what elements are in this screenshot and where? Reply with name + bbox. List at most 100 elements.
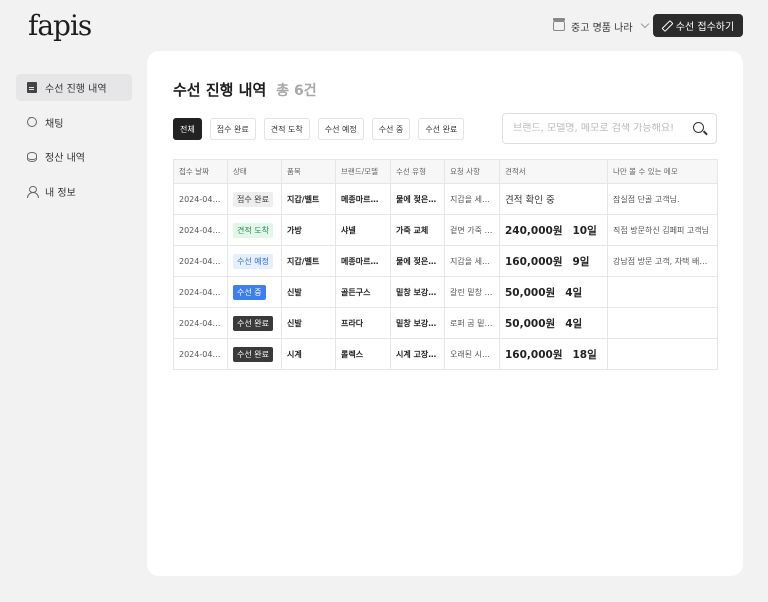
total-count: 총 6건 xyxy=(276,83,317,99)
cell-estimate: 50,000원 4일 xyxy=(499,276,608,308)
title-row: 수선 진행 내역 총 6건 xyxy=(173,79,317,100)
filter-received[interactable]: 접수 완료 xyxy=(209,118,256,140)
sidebar-item-label: 정산 내역 xyxy=(45,153,85,164)
table-row[interactable]: 2024-04-10 수선 중 신발 골든구스 밑창 보강 교체 갈린 밑창 보… xyxy=(173,276,718,308)
column-header[interactable]: 브랜드/모델 xyxy=(335,159,391,184)
filter-all[interactable]: 전체 xyxy=(173,118,202,140)
cell-request: 로퍼 굽 밑창 교체 xyxy=(444,307,500,339)
status-badge: 수선 완료 xyxy=(233,315,273,331)
estimate-price: 160,000원 xyxy=(505,255,563,268)
table-header-row: 접수 날짜 상태 품목 브랜드/모델 수선 유형 요청 사항 견적서 나만 볼 … xyxy=(173,159,718,184)
cell-estimate: 50,000원 4일 xyxy=(499,307,608,339)
sidebar-item-my-info[interactable]: 내 정보 xyxy=(16,178,132,205)
cell-type: 가죽 교체 xyxy=(390,214,445,246)
logo[interactable]: fapis xyxy=(28,9,92,42)
estimate-price: 240,000원 xyxy=(505,224,563,237)
cell-memo[interactable] xyxy=(607,338,718,370)
status-badge: 견적 도착 xyxy=(233,222,273,238)
cell-date: 2024-04-19 xyxy=(173,245,228,277)
cell-brand: 롤렉스 xyxy=(335,338,391,370)
cell-date: 2024-04-22 xyxy=(173,183,228,215)
cell-status: 접수 완료 xyxy=(227,183,282,215)
cell-type: 물에 젖은 가죽 xyxy=(390,183,445,215)
column-header[interactable]: 품목 xyxy=(281,159,336,184)
sidebar-item-label: 수선 진행 내역 xyxy=(45,84,107,95)
shop-name: 중고 명품 나라 xyxy=(571,22,633,34)
estimate-days: 9일 xyxy=(572,255,590,268)
cell-request: 지갑을 세척해 주세요 xyxy=(444,245,500,277)
column-header[interactable]: 나만 볼 수 있는 메모 xyxy=(607,159,718,184)
estimate-days: 4일 xyxy=(565,317,583,330)
cell-status: 수선 중 xyxy=(227,276,282,308)
cell-item: 가방 xyxy=(281,214,336,246)
cell-item: 지갑/벨트 xyxy=(281,245,336,277)
cell-estimate: 견적 확인 중 xyxy=(499,183,608,215)
sidebar-item-repair-history[interactable]: 수선 진행 내역 xyxy=(16,74,132,101)
status-badge: 수선 예정 xyxy=(233,253,273,269)
estimate-price: 50,000원 xyxy=(505,317,556,330)
estimate-days: 4일 xyxy=(565,286,583,299)
estimate-days: 10일 xyxy=(572,224,597,237)
chevron-down-icon xyxy=(640,19,649,29)
cell-memo[interactable]: 직접 방문하신 김페피 고객님 xyxy=(607,214,718,246)
estimate-price: 160,000원 xyxy=(505,348,563,361)
cell-status: 수선 예정 xyxy=(227,245,282,277)
table-row[interactable]: 2024-04-19 수선 예정 지갑/벨트 메종마르지엘라 물에 젖은 가죽 … xyxy=(173,245,718,277)
cell-memo[interactable]: 강남점 방문 고객, 자택 배송 요청 xyxy=(607,245,718,277)
cell-request: 지갑을 세척해 주세요 xyxy=(444,183,500,215)
sidebar-item-chat[interactable]: 채팅 xyxy=(16,109,132,136)
table-row[interactable]: 2024-04-01 수선 완료 시계 롤렉스 시계 고장 수리 오래된 시계 … xyxy=(173,338,718,370)
filter-scheduled[interactable]: 수선 예정 xyxy=(317,118,364,140)
chat-icon xyxy=(27,114,37,127)
cell-estimate: 160,000원 18일 xyxy=(499,338,608,370)
cell-request: 갈린 밑창 보강해 주세요 xyxy=(444,276,500,308)
cell-date: 2024-04-21 xyxy=(173,214,228,246)
column-header[interactable]: 요청 사항 xyxy=(444,159,500,184)
filter-completed[interactable]: 수선 완료 xyxy=(418,118,465,140)
estimate-days: 18일 xyxy=(572,348,597,361)
page-title: 수선 진행 내역 xyxy=(173,81,267,99)
status-badge: 수선 완료 xyxy=(233,346,273,362)
cell-estimate: 240,000원 10일 xyxy=(499,214,608,246)
shop-selector[interactable]: 중고 명품 나라 xyxy=(553,17,649,35)
column-header[interactable]: 접수 날짜 xyxy=(173,159,228,184)
search-box xyxy=(502,113,717,144)
cell-brand: 샤넬 xyxy=(335,214,391,246)
cell-request: 겉면 가죽 교체 부탁드립니다 xyxy=(444,214,500,246)
status-badge: 접수 완료 xyxy=(233,191,273,207)
main-panel: 수선 진행 내역 총 6건 전체 접수 완료 견적 도착 수선 예정 수선 중 … xyxy=(147,51,743,576)
cell-memo[interactable]: 잠실점 단골 고객님. xyxy=(607,183,718,215)
cell-status: 수선 완료 xyxy=(227,307,282,339)
cell-date: 2024-04-10 xyxy=(173,276,228,308)
cell-status: 수선 완료 xyxy=(227,338,282,370)
sidebar-item-settlement[interactable]: 정산 내역 xyxy=(16,143,132,170)
cell-estimate: 160,000원 9일 xyxy=(499,245,608,277)
cell-item: 지갑/벨트 xyxy=(281,183,336,215)
status-badge: 수선 중 xyxy=(233,284,266,300)
table-row[interactable]: 2024-04-22 접수 완료 지갑/벨트 메종마르지엘라 물에 젖은 가죽 … xyxy=(173,183,718,215)
cell-type: 밑창 보강 교체 xyxy=(390,276,445,308)
table-row[interactable]: 2024-04-21 견적 도착 가방 샤넬 가죽 교체 겉면 가죽 교체 부탁… xyxy=(173,214,718,246)
cell-request: 오래된 시계 점검 xyxy=(444,338,500,370)
filter-in-progress[interactable]: 수선 중 xyxy=(371,118,411,140)
filter-estimate-arrived[interactable]: 견적 도착 xyxy=(263,118,310,140)
status-filters: 전체 접수 완료 견적 도착 수선 예정 수선 중 수선 완료 xyxy=(173,118,465,140)
search-icon[interactable] xyxy=(693,122,704,133)
cell-item: 시계 xyxy=(281,338,336,370)
cell-type: 시계 고장 수리 xyxy=(390,338,445,370)
column-header[interactable]: 수선 유형 xyxy=(390,159,445,184)
repair-table: 접수 날짜 상태 품목 브랜드/모델 수선 유형 요청 사항 견적서 나만 볼 … xyxy=(173,159,718,370)
new-repair-button[interactable]: 수선 접수하기 xyxy=(653,14,743,37)
cell-status: 견적 도착 xyxy=(227,214,282,246)
column-header[interactable]: 상태 xyxy=(227,159,282,184)
cell-item: 신발 xyxy=(281,307,336,339)
user-icon xyxy=(27,186,39,198)
column-header[interactable]: 견적서 xyxy=(499,159,608,184)
search-input[interactable] xyxy=(513,123,683,134)
cell-date: 2024-04-01 xyxy=(173,338,228,370)
cell-memo[interactable] xyxy=(607,307,718,339)
table-row[interactable]: 2024-04-10 수선 완료 신발 프라다 밑창 보강 교체 로퍼 굽 밑창… xyxy=(173,307,718,339)
cell-memo[interactable] xyxy=(607,276,718,308)
cell-brand: 메종마르지엘라 xyxy=(335,183,391,215)
cell-type: 밑창 보강 교체 xyxy=(390,307,445,339)
